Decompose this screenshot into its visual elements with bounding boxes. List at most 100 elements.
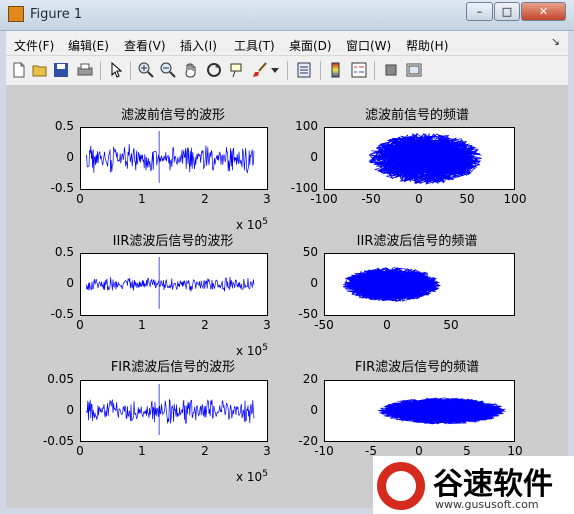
signal-trace xyxy=(378,397,506,425)
x-tick-label: 3 xyxy=(263,318,271,332)
maximize-button[interactable]: □ xyxy=(494,2,520,21)
brush-dropdown-icon[interactable] xyxy=(270,61,280,79)
y-tick-label: -20 xyxy=(298,434,318,448)
y-tick-label: -0.5 xyxy=(50,181,74,195)
x-tick-label: 2 xyxy=(201,192,209,206)
x-tick-label: 0 xyxy=(383,318,391,332)
y-tick-label: 0.05 xyxy=(47,372,74,386)
minimize-button[interactable]: – xyxy=(466,2,493,21)
y-tick-label: 20 xyxy=(302,372,318,386)
y-tick-label: -0.05 xyxy=(42,434,74,448)
pointer-icon[interactable] xyxy=(107,61,125,79)
print-icon[interactable] xyxy=(76,61,94,79)
signal-trace xyxy=(86,131,255,183)
zoom-in-icon[interactable] xyxy=(137,61,155,79)
open-file-icon[interactable] xyxy=(31,61,49,79)
signal-trace xyxy=(86,384,255,435)
axes-waveform-iir[interactable] xyxy=(80,253,268,316)
x-tick-label: 3 xyxy=(263,192,271,206)
pan-hand-icon[interactable] xyxy=(182,61,200,79)
signal-trace xyxy=(343,267,442,302)
x-tick-label: -100 xyxy=(310,192,338,206)
axes-spectrum-iir[interactable] xyxy=(324,253,515,316)
y-tick-label: 0 xyxy=(66,150,74,164)
figure-canvas: 滤波前信号的波形 0.5 0 -0.5 0 1 2 3 x 105 滤波前信号的… xyxy=(6,86,568,508)
watermark-url: www.gususoft.com xyxy=(435,498,539,511)
x-tick-label: 0 xyxy=(76,318,84,332)
x-tick-label: 3 xyxy=(263,444,271,458)
save-icon[interactable] xyxy=(52,61,70,79)
watermark-brand: 谷速软件 xyxy=(433,467,553,502)
menu-desktop[interactable]: 桌面(D) xyxy=(289,37,332,54)
toolbar-separator xyxy=(374,61,375,80)
x-tick-label: 50 xyxy=(459,192,475,206)
legend-icon[interactable] xyxy=(350,61,368,79)
x-tick-label: 1 xyxy=(138,318,146,332)
toolbar-separator xyxy=(130,61,131,80)
show-plot-tools-icon[interactable] xyxy=(405,61,423,79)
menu-tools[interactable]: 工具(T) xyxy=(234,37,275,54)
toolbar-separator xyxy=(287,61,288,80)
x-axis-exponent: x 105 xyxy=(236,469,268,484)
menu-view[interactable]: 查看(V) xyxy=(124,37,166,54)
y-tick-label: 0.5 xyxy=(54,245,74,259)
x-tick-label: 100 xyxy=(503,192,527,206)
matlab-figure-icon xyxy=(8,6,24,22)
brush-icon[interactable] xyxy=(251,61,269,79)
new-figure-icon[interactable] xyxy=(10,61,28,79)
signal-trace xyxy=(368,132,482,185)
y-tick-label: 0 xyxy=(310,403,318,417)
zoom-out-icon[interactable] xyxy=(159,61,177,79)
menu-edit[interactable]: 编辑(E) xyxy=(68,37,109,54)
title-bar[interactable]: Figure 1 – □ ✕ xyxy=(0,0,574,31)
close-button[interactable]: ✕ xyxy=(521,2,566,21)
x-axis-exponent: x 105 xyxy=(236,217,268,232)
x-tick-label: 0 xyxy=(76,192,84,206)
axes-title: 滤波前信号的频谱 xyxy=(364,108,470,123)
signal-trace xyxy=(86,257,255,309)
axes-title: 滤波前信号的波形 xyxy=(120,108,226,123)
figure-toolbar xyxy=(6,56,568,86)
axes-spectrum-original[interactable] xyxy=(324,127,515,190)
toolbar-separator xyxy=(320,61,321,80)
axes-title: IIR滤波后信号的频谱 xyxy=(356,234,478,249)
menu-file[interactable]: 文件(F) xyxy=(14,37,54,54)
menu-bar: 文件(F) 编辑(E) 查看(V) 插入(I) 工具(T) 桌面(D) 窗口(W… xyxy=(6,31,568,56)
rotate-3d-icon[interactable] xyxy=(205,61,223,79)
dock-arrow-icon[interactable]: ↘ xyxy=(551,35,560,48)
toolbar-separator xyxy=(100,61,101,80)
axes-spectrum-fir[interactable] xyxy=(324,380,515,442)
menu-insert[interactable]: 插入(I) xyxy=(180,37,217,54)
y-tick-label: 0 xyxy=(310,150,318,164)
y-tick-label: -50 xyxy=(298,307,318,321)
brand-logo-icon xyxy=(377,462,425,510)
link-plot-icon[interactable] xyxy=(295,61,313,79)
axes-waveform-original[interactable] xyxy=(80,127,268,190)
x-tick-label: 1 xyxy=(138,192,146,206)
menu-window[interactable]: 窗口(W) xyxy=(346,37,391,54)
y-tick-label: 0 xyxy=(310,276,318,290)
watermark: 谷速软件 www.gususoft.com xyxy=(373,456,574,514)
y-tick-label: -0.5 xyxy=(50,307,74,321)
y-tick-label: 0 xyxy=(66,276,74,290)
x-tick-label: 0 xyxy=(415,192,423,206)
figure-window: Figure 1 – □ ✕ 文件(F) 编辑(E) 查看(V) 插入(I) 工… xyxy=(0,0,574,514)
axes-title: IIR滤波后信号的波形 xyxy=(112,234,234,249)
x-tick-label: -50 xyxy=(361,192,381,206)
axes-title: FIR滤波后信号的频谱 xyxy=(354,360,480,375)
x-axis-exponent: x 105 xyxy=(236,343,268,358)
window-title: Figure 1 xyxy=(30,7,83,22)
data-cursor-icon[interactable] xyxy=(228,61,246,79)
x-tick-label: -50 xyxy=(314,318,334,332)
colorbar-icon[interactable] xyxy=(327,61,345,79)
x-tick-label: 0 xyxy=(76,444,84,458)
x-tick-label: 2 xyxy=(201,318,209,332)
y-tick-label: 100 xyxy=(295,119,318,133)
axes-waveform-fir[interactable] xyxy=(80,380,268,442)
y-tick-label: 0 xyxy=(66,403,74,417)
menu-help[interactable]: 帮助(H) xyxy=(406,37,448,54)
x-tick-label: -10 xyxy=(314,444,334,458)
x-tick-label: 50 xyxy=(443,318,459,332)
y-tick-label: 50 xyxy=(302,245,318,259)
hide-plot-tools-icon[interactable] xyxy=(382,61,400,79)
